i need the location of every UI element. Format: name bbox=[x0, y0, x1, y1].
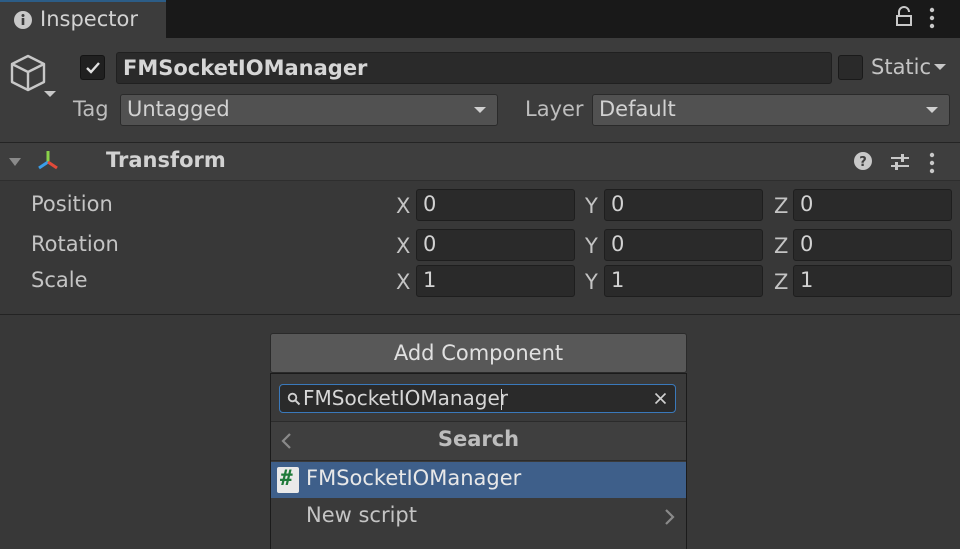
gameobject-name-field[interactable]: FMSocketIOManager bbox=[116, 52, 832, 84]
svg-text:?: ? bbox=[859, 155, 867, 170]
script-icon: # bbox=[277, 466, 299, 493]
scale-y-field[interactable]: 1 bbox=[604, 265, 763, 297]
script-icon-glyph: # bbox=[280, 466, 293, 490]
axis-z-label[interactable]: Z bbox=[774, 270, 788, 294]
layer-label: Layer bbox=[525, 97, 584, 121]
axis-x-label[interactable]: X bbox=[396, 270, 410, 294]
axis-y-label[interactable]: Y bbox=[585, 234, 598, 258]
position-z-field[interactable]: 0 bbox=[793, 189, 952, 221]
active-checkbox[interactable] bbox=[80, 55, 105, 80]
component-title: Transform bbox=[106, 148, 226, 172]
checkmark-icon bbox=[86, 62, 100, 74]
rotation-y-field[interactable]: 0 bbox=[604, 229, 763, 261]
axis-z-label[interactable]: Z bbox=[774, 194, 788, 218]
rotation-x-field[interactable]: 0 bbox=[416, 229, 575, 261]
chevron-down-icon bbox=[926, 107, 938, 113]
add-component-button[interactable]: Add Component bbox=[270, 333, 687, 373]
rotation-z-value: 0 bbox=[800, 232, 814, 256]
cube-icon[interactable] bbox=[8, 53, 48, 93]
static-label[interactable]: Static bbox=[871, 55, 931, 79]
chevron-down-icon[interactable] bbox=[43, 90, 57, 98]
axis-x-label[interactable]: X bbox=[396, 194, 410, 218]
rotation-x-value: 0 bbox=[423, 232, 437, 256]
tab-inspector[interactable]: Inspector bbox=[0, 0, 166, 38]
tag-dropdown[interactable]: Untagged bbox=[120, 94, 498, 126]
axis-z-label[interactable]: Z bbox=[774, 234, 788, 258]
tag-label: Tag bbox=[73, 97, 109, 121]
search-text: FMSocketIOManager bbox=[303, 386, 509, 410]
info-icon bbox=[13, 10, 33, 30]
transform-icon bbox=[35, 148, 61, 174]
axis-y-label[interactable]: Y bbox=[585, 270, 598, 294]
rotation-z-field[interactable]: 0 bbox=[793, 229, 952, 261]
position-y-field[interactable]: 0 bbox=[604, 189, 763, 221]
component-search-input[interactable]: FMSocketIOManager bbox=[279, 384, 676, 413]
scale-z-value: 1 bbox=[800, 268, 814, 292]
axis-y-label[interactable]: Y bbox=[585, 194, 598, 218]
kebab-menu-icon[interactable] bbox=[927, 6, 937, 30]
position-label: Position bbox=[31, 192, 113, 216]
position-y-value: 0 bbox=[611, 192, 625, 216]
layer-dropdown[interactable]: Default bbox=[592, 94, 950, 126]
layer-value: Default bbox=[599, 97, 676, 121]
tag-value: Untagged bbox=[127, 97, 230, 121]
scale-label: Scale bbox=[31, 268, 88, 292]
scale-x-value: 1 bbox=[423, 268, 437, 292]
gameobject-name: FMSocketIOManager bbox=[123, 56, 368, 80]
clear-icon[interactable] bbox=[654, 392, 667, 405]
chevron-down-icon bbox=[474, 107, 486, 113]
static-dropdown-icon[interactable] bbox=[933, 63, 947, 71]
axis-x-label[interactable]: X bbox=[396, 234, 410, 258]
result-label[interactable]: FMSocketIOManager bbox=[306, 466, 521, 490]
chevron-right-icon[interactable] bbox=[664, 508, 676, 526]
position-x-field[interactable]: 0 bbox=[416, 189, 575, 221]
rotation-y-value: 0 bbox=[611, 232, 625, 256]
presets-icon[interactable] bbox=[889, 151, 911, 173]
section-divider bbox=[0, 314, 960, 315]
static-checkbox[interactable] bbox=[838, 55, 863, 80]
new-script-item[interactable]: New script bbox=[306, 503, 417, 527]
help-icon[interactable]: ? bbox=[853, 151, 873, 171]
position-z-value: 0 bbox=[800, 192, 814, 216]
add-component-label: Add Component bbox=[393, 341, 564, 365]
position-x-value: 0 bbox=[423, 192, 437, 216]
tab-title: Inspector bbox=[40, 7, 138, 31]
search-icon bbox=[287, 392, 301, 406]
text-cursor bbox=[501, 389, 502, 410]
lock-icon[interactable] bbox=[894, 6, 914, 28]
search-header-title: Search bbox=[437, 427, 520, 451]
rotation-label: Rotation bbox=[31, 232, 119, 256]
scale-x-field[interactable]: 1 bbox=[416, 265, 575, 297]
kebab-menu-icon[interactable] bbox=[927, 151, 937, 175]
scale-z-field[interactable]: 1 bbox=[793, 265, 952, 297]
scale-y-value: 1 bbox=[611, 268, 625, 292]
foldout-icon[interactable] bbox=[8, 157, 22, 167]
